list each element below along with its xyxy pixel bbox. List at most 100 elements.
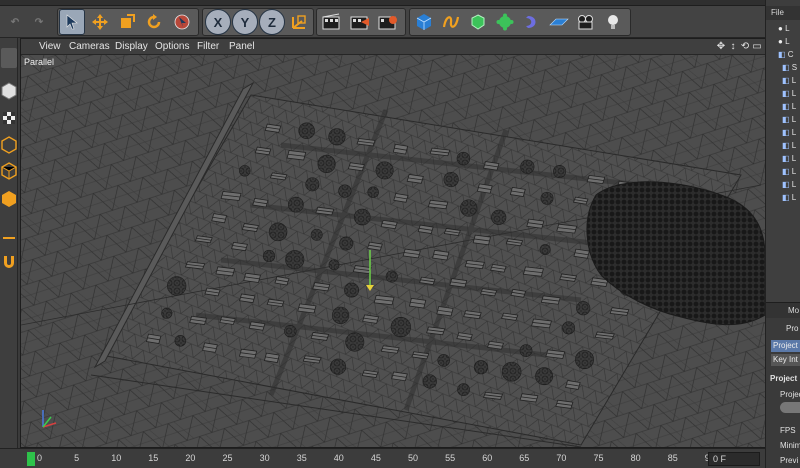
object-tree-item[interactable]: ◧ L [782,76,800,88]
house-mesh [483,161,500,171]
z-axis-lock-button[interactable]: Z [259,9,285,35]
timeline-tick-label: 80 [630,453,641,463]
object-tree-item-label: L [791,115,797,124]
axis-mode-icon[interactable] [1,228,17,248]
viewport-menu-view[interactable]: View [39,41,61,52]
object-tree-item[interactable]: ◧ L [782,180,800,192]
house-mesh [215,266,236,277]
scale-tool-icon[interactable] [114,9,140,35]
tree-mesh [460,199,478,217]
house-mesh [248,321,266,331]
viewport-menu-display[interactable]: Display [115,41,148,52]
house-mesh [573,248,590,259]
tree-mesh [285,250,305,270]
texture-mode-icon[interactable] [1,108,17,128]
tree-mesh [287,196,304,213]
live-selection-icon[interactable] [169,9,195,35]
null-object-icon: ◧ [778,50,788,59]
object-tree-item[interactable]: ◧ L [782,167,800,179]
snap-magnet-icon[interactable] [1,252,17,272]
render-to-picture-viewer-icon[interactable] [347,9,373,35]
light-object-icon[interactable] [600,9,626,35]
tree-mesh [317,154,336,173]
house-mesh [417,224,434,234]
viewport-menu-cameras[interactable]: Cameras [69,41,110,52]
select-tool-icon[interactable] [59,9,85,35]
redo-icon[interactable]: ↷ [26,9,52,35]
object-tree-item-label: L [791,141,797,150]
render-settings-icon[interactable] [375,9,401,35]
objects-menu-file[interactable]: File [771,8,784,17]
subdivision-surface-icon[interactable] [465,9,491,35]
move-tool-icon[interactable] [87,9,113,35]
attributes-manager-panel: Pro Project Key Int Project Projec FPS M… [766,318,800,468]
object-tree-item[interactable]: ◧ L [782,154,800,166]
tree-mesh [443,171,459,188]
object-tree-item[interactable]: ◧ L [782,89,800,101]
cube-primitive-icon[interactable] [411,9,437,35]
polygons-mode-icon[interactable] [1,188,17,208]
viewport-menu-filter[interactable]: Filter [197,41,219,52]
object-tree-item[interactable]: ◧ L [782,115,800,127]
tree-mesh [284,325,297,338]
tab-project-settings[interactable]: Project [771,340,800,352]
object-tree-item[interactable]: ◧ L [782,141,800,153]
tab-key-interpolation[interactable]: Key Int [771,354,800,366]
object-tree-item[interactable]: ● L [778,24,800,36]
object-tree-item[interactable]: ◧ L [782,193,800,205]
3d-viewport[interactable]: View Cameras Display Options Filter Pane… [20,38,766,448]
tree-mesh [161,307,173,319]
rotate-icon[interactable]: ⟲ [739,40,751,53]
undo-icon[interactable]: ↶ [2,9,28,35]
left-tool-palette [0,38,18,448]
objects-manager-tree[interactable]: ● L ● L ◧ C ◧ S ◧ L ◧ L ◧ L ◧ L ◧ L ◧ L ◧ L ◧ L ◧ L ◧… [766,20,800,302]
viewport-canvas[interactable]: Parallel [21,55,765,447]
current-frame-field[interactable]: 0 F [708,452,760,466]
object-tree-item[interactable]: ● L [778,37,800,49]
object-tree-item[interactable]: ◧ L [782,102,800,114]
house-mesh [243,272,261,283]
tree-mesh [345,332,365,352]
timeline-tick-label: 25 [222,453,233,463]
y-axis-lock-button[interactable]: Y [232,9,258,35]
cloner-icon[interactable] [492,9,518,35]
edges-mode-icon[interactable] [1,160,17,180]
playhead-marker[interactable] [27,452,35,466]
make-editable-icon[interactable] [1,48,17,68]
tree-mesh [491,209,507,225]
viewport-menu-options[interactable]: Options [155,41,189,52]
points-mode-icon[interactable] [1,134,17,154]
house-mesh [391,371,408,382]
object-tree-item-label: L [791,193,797,202]
spline-pen-icon[interactable] [438,9,464,35]
render-view-icon[interactable] [319,9,345,35]
object-tree-item[interactable]: ◧ S [782,63,800,75]
camera-object-icon[interactable] [573,9,599,35]
move-icon[interactable]: ✥ [715,40,727,53]
deformer-icon[interactable] [519,9,545,35]
tree-mesh [375,161,394,180]
tree-mesh [268,222,288,242]
object-tree-item[interactable]: ◧ L [782,128,800,140]
coordinate-system-icon[interactable] [286,9,312,35]
null-object-icon: ◧ [782,167,792,176]
timeline-ruler[interactable]: 051015202530354045505560657075808590 0 F [0,448,765,468]
maximize-icon[interactable]: ▭ [751,40,763,53]
zoom-icon[interactable]: ↕ [727,40,739,53]
attr-project-scale-label: Projec [780,390,800,399]
floor-object-icon[interactable] [546,9,572,35]
tree-mesh [339,236,354,251]
house-mesh [531,318,552,329]
viewport-menu-panel[interactable]: Panel [229,41,255,52]
project-scale-field[interactable] [780,402,800,413]
x-axis-lock-button[interactable]: X [205,9,231,35]
object-tree-item[interactable]: ◧ C [778,50,800,62]
house-mesh [432,249,450,261]
house-mesh [252,197,269,208]
model-mode-icon[interactable] [1,80,17,100]
tree-mesh [519,344,533,357]
house-mesh [545,349,566,359]
attr-project-label: Pro [786,324,799,333]
rotate-tool-icon[interactable] [141,9,167,35]
object-tree-item-label: S [791,63,798,72]
